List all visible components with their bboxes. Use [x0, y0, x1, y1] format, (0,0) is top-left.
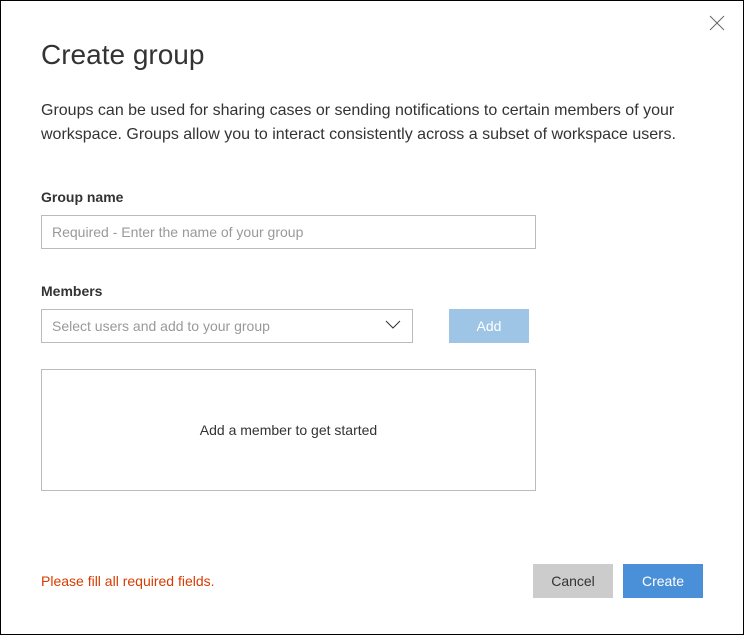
members-select-placeholder: Select users and add to your group: [52, 318, 270, 334]
members-row: Select users and add to your group Add: [41, 309, 703, 343]
dialog-footer: Please fill all required fields. Cancel …: [41, 564, 703, 598]
group-name-section: Group name: [41, 189, 703, 249]
members-list-box: Add a member to get started: [41, 369, 536, 491]
members-select[interactable]: Select users and add to your group: [41, 309, 413, 343]
footer-buttons: Cancel Create: [533, 564, 703, 598]
members-label: Members: [41, 283, 703, 299]
members-section: Members Select users and add to your gro…: [41, 283, 703, 343]
create-button[interactable]: Create: [623, 564, 703, 598]
group-name-label: Group name: [41, 189, 703, 205]
members-empty-text: Add a member to get started: [200, 422, 377, 438]
close-icon: [709, 15, 725, 31]
members-select-wrapper: Select users and add to your group: [41, 309, 413, 343]
error-message: Please fill all required fields.: [41, 573, 215, 589]
dialog-title: Create group: [41, 39, 703, 71]
cancel-button[interactable]: Cancel: [533, 564, 613, 598]
close-button[interactable]: [709, 15, 725, 31]
group-name-input[interactable]: [41, 215, 536, 249]
dialog-description: Groups can be used for sharing cases or …: [41, 99, 703, 147]
dialog-content: Create group Groups can be used for shar…: [1, 1, 743, 491]
add-button[interactable]: Add: [449, 309, 529, 343]
